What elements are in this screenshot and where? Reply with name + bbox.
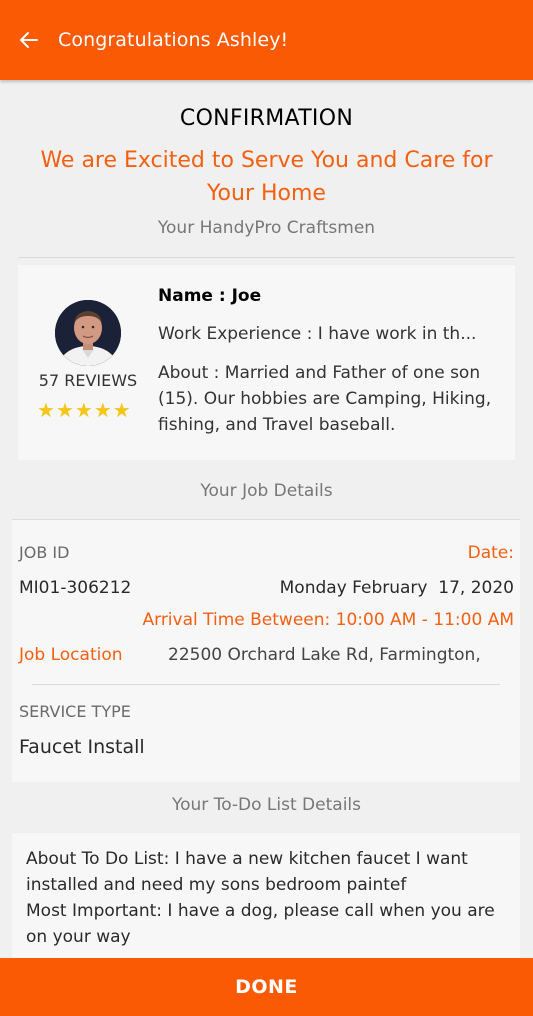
job-section-label: Your Job Details [200, 481, 333, 501]
done-button[interactable]: DONE [0, 958, 533, 1016]
star-icon: ★ [112, 398, 131, 422]
divider [32, 684, 500, 685]
date-value: Monday February 17, 2020 [279, 578, 514, 598]
star-icon: ★ [37, 398, 55, 422]
date-label: Date: [467, 543, 514, 563]
rating-stars: ★ ★ ★ ★ ★ [37, 400, 141, 420]
confirmation-content: CONFIRMATION We are Excited to Serve You… [0, 80, 533, 958]
service-type-value: Faucet Install [19, 736, 145, 758]
reviews-count: 57 REVIEWS [38, 371, 138, 390]
app-bar: Congratulations Ashley! [0, 0, 533, 80]
divider [18, 257, 515, 258]
craftsman-about: About : Married and Father of one son (1… [158, 363, 492, 435]
avatar [55, 300, 121, 366]
service-type-label: SERVICE TYPE [19, 702, 131, 721]
todo-important: Most Important: I have a dog, please cal… [26, 901, 495, 947]
back-button[interactable] [0, 0, 58, 80]
page-title: CONFIRMATION [179, 106, 354, 131]
star-icon: ★ [93, 398, 112, 422]
craftsmen-section-label: Your HandyPro Craftsmen [157, 218, 376, 238]
job-location-value: 22500 Orchard Lake Rd, Farmington, [168, 645, 481, 665]
todo-about: About To Do List: I have a new kitchen f… [26, 849, 468, 895]
todo-section-label: Your To-Do List Details [172, 795, 361, 815]
job-location-label: Job Location [19, 645, 123, 665]
star-icon: ★ [74, 398, 93, 422]
craftsman-experience: Work Experience : I have work in th... [158, 324, 477, 344]
tagline: We are Excited to Serve You and Care for… [40, 148, 493, 206]
job-id-label: JOB ID [19, 543, 70, 562]
arrow-left-icon [20, 32, 38, 48]
star-icon: ★ [55, 398, 74, 422]
craftsman-name: Name : Joe [158, 286, 262, 306]
app-bar-title: Congratulations Ashley! [58, 29, 289, 51]
arrival-time: Arrival Time Between: 10:00 AM - 11:00 A… [142, 610, 515, 630]
todo-text: About To Do List: I have a new kitchen f… [26, 846, 516, 950]
job-id-value: MI01-306212 [19, 578, 132, 598]
